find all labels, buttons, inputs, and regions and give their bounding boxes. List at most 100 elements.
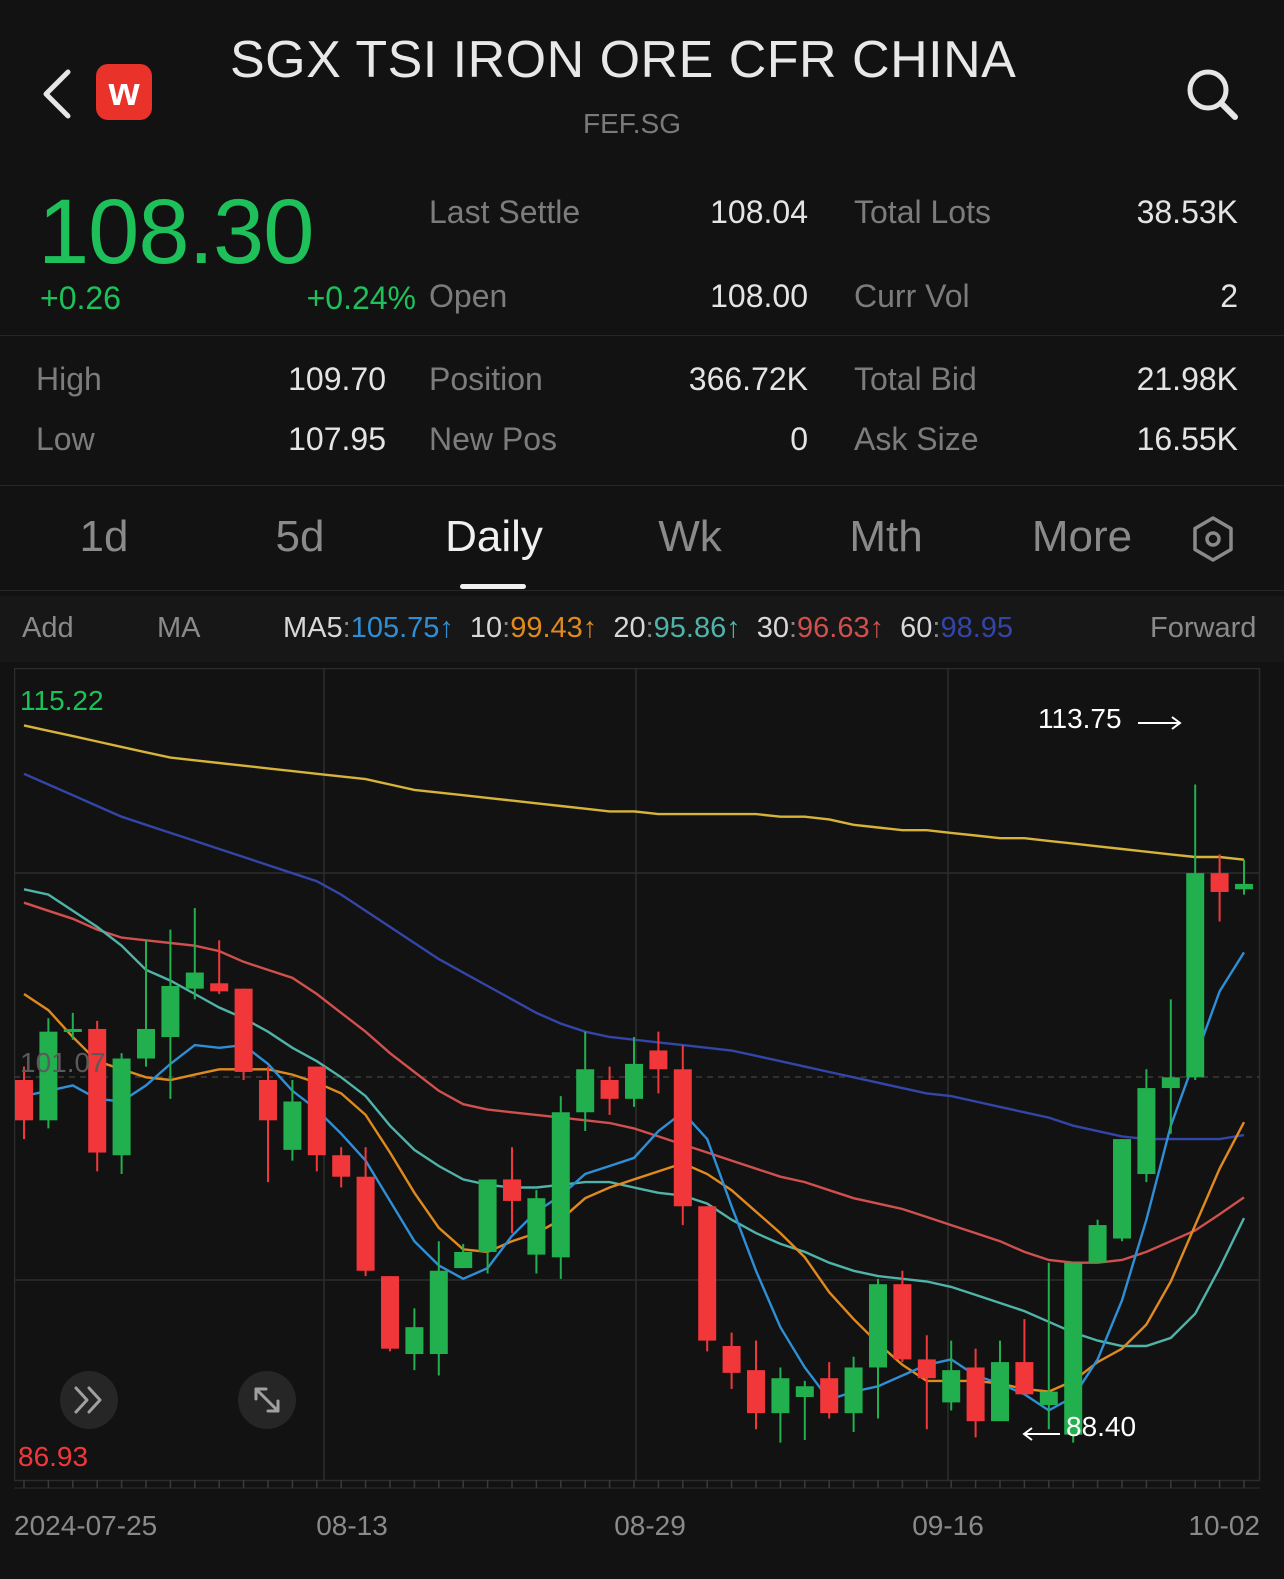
candle-body <box>649 1050 668 1070</box>
candlestick-chart[interactable]: 115.22 101.07 86.93 113.75 88.40 <box>14 668 1262 1491</box>
stat-label-position: Position <box>429 361 543 397</box>
stat-value-position: 366.72K <box>688 361 808 397</box>
x-axis-label: 2024-07-25 <box>14 1510 158 1541</box>
ma-label: MA5 <box>283 612 343 644</box>
tab-mth[interactable]: Mth <box>806 512 966 562</box>
candle-body <box>234 988 253 1072</box>
candle-body <box>478 1179 497 1252</box>
candle-body <box>63 1028 82 1032</box>
ma-value-4: 60:98.95 <box>900 612 1014 644</box>
price-change: +0.26 <box>40 280 121 316</box>
candle-body <box>771 1378 790 1414</box>
candle-body <box>1235 883 1253 890</box>
candle-body <box>283 1101 302 1150</box>
stat-value-curr-vol: 2 <box>1220 278 1238 314</box>
ma-indicator-button[interactable]: MA <box>157 612 201 645</box>
candle-body <box>429 1270 448 1355</box>
forward-adjust-button[interactable]: Forward <box>1150 612 1256 645</box>
ma-label: 20 <box>613 612 646 644</box>
candle-body <box>869 1284 887 1368</box>
stat-label-new-pos: New Pos <box>429 421 558 457</box>
ma-value-3: 30:96.63↑ <box>756 612 885 644</box>
ma-line-ma120 <box>23 724 1245 861</box>
ma-values: MA5:105.75↑ 10:99.43↑ 20:95.86↑ 30:96.63↑ 60… <box>283 612 1059 645</box>
last-price: 108.30 <box>38 181 314 283</box>
add-indicator-button[interactable]: Add <box>22 612 74 645</box>
stat-label-high: High <box>36 361 102 397</box>
tab-1d[interactable]: 1d <box>24 512 184 562</box>
max-price-annotation: 113.75 <box>1038 703 1122 734</box>
x-axis-label: 09-16 <box>912 1510 984 1541</box>
ma-number: 98.95 <box>940 612 1014 644</box>
min-price-annotation: 88.40 <box>1066 1411 1136 1442</box>
ma-number: 99.43↑ <box>510 612 598 644</box>
stat-value-new-pos: 0 <box>790 421 808 457</box>
candle-body <box>625 1063 643 1099</box>
stat-value-last-settle: 108.04 <box>710 194 808 230</box>
candle-body <box>917 1359 936 1379</box>
candle-body <box>820 1378 839 1414</box>
candle-body <box>259 1080 277 1121</box>
divider <box>0 485 1284 486</box>
ma-number: 105.75↑ <box>350 612 454 644</box>
ma-number: 95.86↑ <box>653 612 741 644</box>
candle-body <box>844 1367 863 1414</box>
candle-body <box>893 1284 912 1360</box>
candle-body <box>112 1058 131 1156</box>
settings-icon[interactable] <box>1188 514 1238 564</box>
candle-body <box>161 985 180 1038</box>
active-tab-indicator <box>460 584 526 589</box>
candle-body <box>966 1367 985 1422</box>
candle-body <box>722 1345 741 1373</box>
ma-value-1: 10:99.43↑ <box>469 612 598 644</box>
x-axis-label: 10-02 <box>1188 1510 1260 1541</box>
candle-body <box>747 1370 765 1414</box>
stat-label-curr-vol: Curr Vol <box>854 278 970 314</box>
candle-body <box>1039 1391 1058 1406</box>
fullscreen-button[interactable] <box>238 1371 296 1429</box>
search-icon[interactable] <box>1184 66 1240 122</box>
tab-more[interactable]: More <box>1002 512 1162 562</box>
ma-value-0: MA5:105.75↑ <box>283 612 454 644</box>
stat-value-high: 109.70 <box>288 361 386 397</box>
tab-wk[interactable]: Wk <box>610 512 770 562</box>
ma-label: 10 <box>469 612 503 644</box>
x-axis-label: 08-13 <box>316 1510 388 1541</box>
scroll-right-button[interactable] <box>60 1371 118 1429</box>
stat-label-low: Low <box>36 421 95 457</box>
candle-body <box>942 1370 961 1403</box>
ma-number: 96.63↑ <box>797 612 885 644</box>
ma-value-2: 20:95.86↑ <box>613 612 741 644</box>
candle-body <box>405 1327 424 1355</box>
stat-value-total-bid: 21.98K <box>1136 361 1238 397</box>
stat-label-open: Open <box>429 278 508 314</box>
candle-body <box>576 1069 595 1113</box>
stat-label-ask-size: Ask Size <box>854 421 979 457</box>
candle-body <box>991 1362 1009 1422</box>
candle-body <box>673 1069 692 1207</box>
tab-5d[interactable]: 5d <box>220 512 380 562</box>
price-change-percent: +0.24% <box>306 280 416 316</box>
stat-label-last-settle: Last Settle <box>429 194 581 230</box>
y-axis-mid-label: 101.07 <box>20 1047 106 1078</box>
divider <box>0 590 1284 591</box>
instrument-symbol: FEF.SG <box>582 108 681 139</box>
ma-line-ma20 <box>23 888 1246 1348</box>
candle-body <box>1186 873 1205 1078</box>
candle-body <box>600 1080 619 1099</box>
candle-body <box>1015 1362 1034 1395</box>
candle-body <box>527 1198 546 1255</box>
candle-body <box>185 972 204 989</box>
candle-body <box>15 1080 33 1121</box>
candle-body <box>551 1112 570 1258</box>
candle-body <box>795 1386 814 1398</box>
candle-body <box>454 1251 473 1269</box>
expand-icon <box>254 1387 280 1413</box>
candle-body <box>1210 873 1229 892</box>
instrument-title: SGX TSI IRON ORE CFR CHINA (6 <box>230 31 1030 89</box>
candle-body <box>137 1028 155 1059</box>
candle-body <box>698 1206 717 1341</box>
divider <box>0 335 1284 336</box>
tab-daily[interactable]: Daily <box>414 512 574 562</box>
ma-label: 30 <box>756 612 789 644</box>
